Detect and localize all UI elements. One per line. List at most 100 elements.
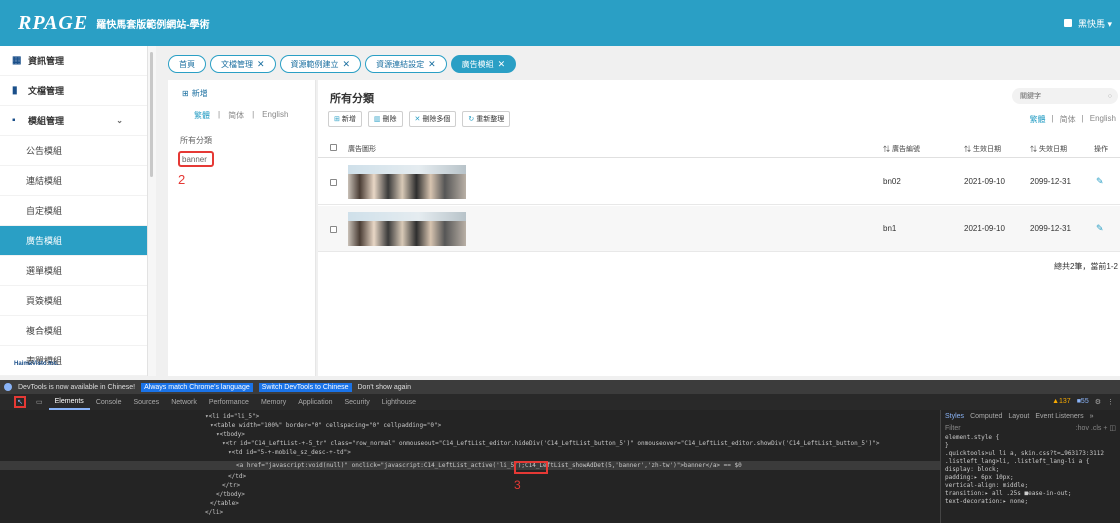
dom-node-selected[interactable]: <a href="javascript:void(null)" onclick=… (0, 461, 940, 470)
start-date: 2021-09-10 (964, 177, 1005, 186)
sidebar-item-tabs[interactable]: 頁簽模組 (0, 286, 147, 316)
table-row[interactable]: bn1 2021-09-10 2099-12-31 ✎ (318, 206, 1120, 252)
category-add-button[interactable]: ⊞ 新增 (182, 88, 208, 99)
user-menu[interactable]: 黑快馬 ▾ (1063, 17, 1112, 30)
sidebar-item-docs[interactable]: ▮ 文檔管理 (0, 76, 147, 106)
lang-en[interactable]: English (1090, 114, 1116, 125)
refresh-button[interactable]: ↻ 重新整理 (462, 111, 511, 127)
more-icon[interactable]: ⋮ (1107, 398, 1114, 406)
sidebar-scroll-thumb[interactable] (150, 52, 153, 177)
tab-layout[interactable]: Layout (1008, 413, 1029, 420)
close-icon[interactable]: ✕ (428, 59, 436, 70)
annotation-3: 3 (514, 478, 521, 492)
info-icon (4, 383, 12, 391)
sidebar-item-info[interactable]: ▦ 資訊管理 (0, 46, 147, 76)
tab-memory[interactable]: Memory (255, 399, 292, 406)
dont-show-again-link[interactable]: Don't show again (358, 384, 411, 391)
row-checkbox[interactable] (330, 226, 337, 233)
tab-computed[interactable]: Computed (970, 413, 1002, 420)
warning-count[interactable]: ▲137 (1052, 398, 1071, 406)
user-icon (1063, 19, 1072, 27)
dom-node[interactable]: </tr> (222, 481, 240, 490)
match-language-button[interactable]: Always match Chrome's language (141, 382, 253, 392)
tab-application[interactable]: Application (292, 399, 338, 406)
tab-console[interactable]: Console (90, 399, 128, 406)
trash-icon: ▥ (373, 116, 381, 123)
sidebar-item-modules[interactable]: ▪ 模組管理 ⌄ (0, 106, 147, 136)
switch-chinese-button[interactable]: Switch DevTools to Chinese (258, 382, 352, 392)
lang-zh-cn[interactable]: 简体 (1060, 114, 1076, 125)
category-all[interactable]: 所有分類 (180, 135, 212, 146)
table-row[interactable]: bn02 2021-09-10 2099-12-31 ✎ (318, 159, 1120, 205)
dom-node[interactable]: </table> (210, 499, 239, 508)
lang-zh-cn[interactable]: 简体 (228, 110, 244, 121)
sidebar-item-announce[interactable]: 公告模組 (0, 136, 147, 166)
more-tabs[interactable]: » (1090, 413, 1094, 420)
sidebar: ▦ 資訊管理 ▮ 文檔管理 ▪ 模組管理 ⌄ 公告模組 連結模組 自定模組 廣告模組 選… (0, 46, 148, 376)
ad-id: bn1 (883, 224, 897, 233)
close-icon[interactable]: ✕ (343, 59, 351, 70)
dom-node[interactable]: ▾<li id="li_5"> (205, 412, 259, 421)
dom-node[interactable]: </tbody> (216, 490, 245, 499)
sidebar-item-composite[interactable]: 複合模組 (0, 316, 147, 346)
tab-network[interactable]: Network (165, 399, 203, 406)
gear-icon[interactable]: ⚙ (1095, 398, 1101, 406)
powered-by-logo: Powered by HaimaVisto Inc. (14, 356, 59, 367)
tab-resource-create[interactable]: 資源範例建立 ✕ (279, 55, 362, 73)
delete-multiple-button[interactable]: ✕ 刪除多個 (408, 111, 457, 127)
tab-resource-link[interactable]: 資源連結設定 ✕ (365, 55, 447, 73)
tab-docs[interactable]: 文檔管理 ✕ (210, 55, 276, 73)
col-actions: 操作 (1094, 146, 1108, 153)
lang-zh-tw[interactable]: 繁體 (194, 110, 210, 121)
tab-ad-module[interactable]: 廣告模組 ✕ (450, 55, 517, 73)
info-count[interactable]: ■55 (1077, 398, 1089, 406)
lang-en[interactable]: English (262, 110, 288, 121)
sidebar-item-menu[interactable]: 選單模組 (0, 256, 147, 286)
dom-node[interactable]: ▾<td id="5-+-mobile_sz_desc-+-td"> (228, 448, 351, 457)
dom-node[interactable]: ▾<tbody> (216, 430, 245, 439)
dom-node[interactable]: ▾<tr id="C14_LeftList-+-5_tr" class="row… (222, 439, 879, 448)
highlight-box (514, 461, 548, 474)
device-toolbar-icon[interactable]: ▭ (30, 398, 49, 406)
tab-elements[interactable]: Elements (48, 394, 90, 410)
tab-lighthouse[interactable]: Lighthouse (376, 399, 422, 406)
tab-home[interactable]: 首頁 (168, 55, 206, 73)
col-end-date[interactable]: ⇅ 失效日期 (1030, 144, 1067, 154)
search-icon[interactable]: ○ (1108, 93, 1112, 100)
end-date: 2099-12-31 (1030, 177, 1071, 186)
edit-icon[interactable]: ✎ (1096, 176, 1104, 187)
search-input[interactable]: 關鍵字 ○ (1012, 88, 1118, 104)
tab-event-listeners[interactable]: Event Listeners (1035, 413, 1083, 420)
delete-button[interactable]: ▥ 刪除 (367, 111, 403, 127)
select-all-checkbox[interactable] (330, 144, 337, 151)
sidebar-item-custom[interactable]: 自定模組 (0, 196, 147, 226)
page-tabs: 首頁 文檔管理 ✕ 資源範例建立 ✕ 資源連結設定 ✕ 廣告模組 ✕ (168, 55, 517, 75)
inspect-element-icon[interactable]: ↖ (14, 396, 26, 408)
styles-tabs: Styles Computed Layout Event Listeners » (941, 410, 1120, 422)
col-start-date[interactable]: ⇅ 生效日期 (964, 144, 1001, 154)
edit-icon[interactable]: ✎ (1096, 223, 1104, 234)
category-item-banner[interactable]: banner (178, 151, 214, 167)
top-header: RPAGE 羅快馬套版範例網站-學術 黑快馬 ▾ (0, 0, 1120, 46)
main-content: 所有分類 關鍵字 ○ ⊞ 新增 ▥ 刪除 ✕ 刪除多個 ↻ 重新整理 繁體 | 简体 | … (318, 80, 1120, 376)
sidebar-item-links[interactable]: 連結模組 (0, 166, 147, 196)
close-icon[interactable]: ✕ (498, 59, 506, 70)
category-lang-switch: 繁體 | 简体 | English (194, 110, 289, 121)
lang-zh-tw[interactable]: 繁體 (1030, 114, 1046, 125)
sidebar-item-ads[interactable]: 廣告模組 (0, 226, 147, 256)
tab-styles[interactable]: Styles (945, 413, 964, 420)
elements-panel: ▾<li id="li_5"> ▾<table width="100%" bor… (0, 410, 940, 523)
styles-filter-input[interactable]: Filter :hov .cls + ◫ (941, 422, 1120, 434)
tab-performance[interactable]: Performance (203, 399, 255, 406)
col-ad-id[interactable]: ⇅ 廣告編號 (883, 144, 920, 154)
dom-node[interactable]: </li> (205, 508, 223, 517)
dom-node[interactable]: </td> (228, 472, 246, 481)
logo: RPAGE (18, 11, 89, 34)
tab-sources[interactable]: Sources (128, 399, 166, 406)
row-checkbox[interactable] (330, 179, 337, 186)
category-panel: ⊞ 新增 繁體 | 简体 | English 所有分類 banner 2 (168, 80, 316, 376)
dom-node[interactable]: ▾<table width="100%" border="0" cellspac… (210, 421, 441, 430)
tab-security[interactable]: Security (338, 399, 375, 406)
close-icon[interactable]: ✕ (257, 59, 265, 70)
add-button[interactable]: ⊞ 新增 (328, 111, 362, 127)
